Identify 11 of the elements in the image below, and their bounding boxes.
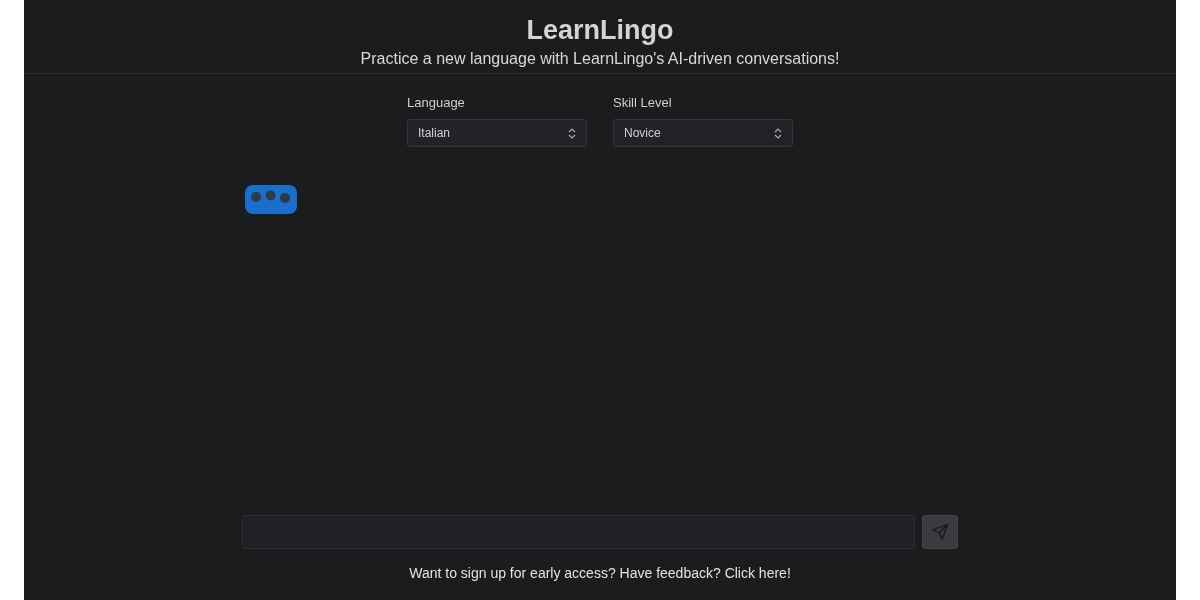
app-title: LearnLingo bbox=[525, 14, 675, 46]
send-button[interactable] bbox=[922, 515, 958, 549]
app-subtitle: Practice a new language with LearnLingo's AI-driven conversations! bbox=[359, 49, 841, 69]
field-label: Language bbox=[407, 95, 466, 111]
chevron-updown-icon bbox=[774, 127, 782, 139]
footer-text: Want to sign up for early access? Have feedback? Click here! bbox=[408, 565, 792, 581]
send-icon bbox=[931, 523, 949, 541]
select-field[interactable]: Novice bbox=[613, 119, 793, 147]
chevron-updown-icon bbox=[568, 127, 576, 139]
select-field[interactable]: Italian bbox=[407, 119, 587, 147]
field-label: Skill Level bbox=[613, 95, 673, 111]
